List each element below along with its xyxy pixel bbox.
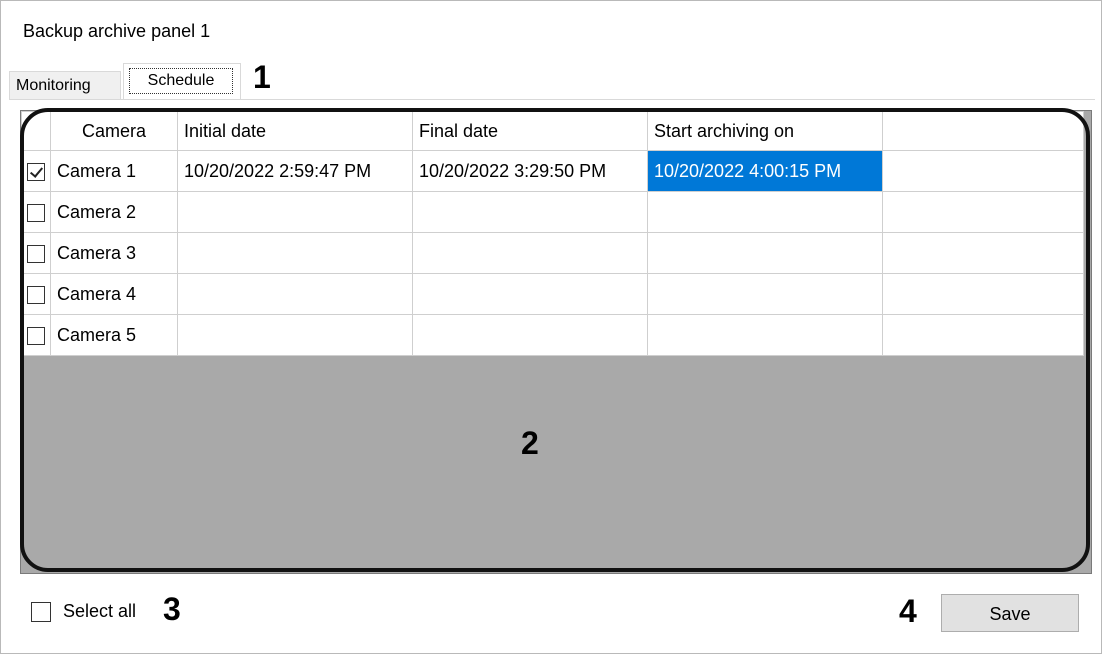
final-date-cell[interactable] <box>412 273 648 315</box>
row-checkbox[interactable] <box>27 244 45 263</box>
row-checkbox-cell <box>21 150 51 192</box>
table-row[interactable]: Camera 2 <box>21 191 1084 233</box>
save-button[interactable]: Save <box>941 594 1079 632</box>
start-archiving-cell[interactable] <box>647 273 883 315</box>
header-filler <box>882 111 1084 151</box>
initial-date-cell[interactable] <box>177 191 413 233</box>
start-archiving-cell[interactable]: 10/20/2022 4:00:15 PM <box>647 150 883 192</box>
start-archiving-cell[interactable] <box>647 232 883 274</box>
initial-date-cell[interactable]: 10/20/2022 2:59:47 PM <box>177 150 413 192</box>
table-row[interactable]: Camera 1 10/20/2022 2:59:47 PM 10/20/2022 … <box>21 150 1084 192</box>
filler-cell <box>882 232 1084 274</box>
select-all-label: Select all <box>63 601 137 621</box>
table-row[interactable]: Camera 4 <box>21 273 1084 315</box>
initial-date-cell[interactable] <box>177 232 413 274</box>
row-checkbox-cell <box>21 314 51 356</box>
tab-schedule-label: Schedule <box>129 68 233 94</box>
panel-title: Backup archive panel 1 <box>23 21 211 41</box>
camera-name-cell[interactable]: Camera 2 <box>50 191 178 233</box>
header-final-date[interactable]: Final date <box>412 111 648 151</box>
final-date-cell[interactable]: 10/20/2022 3:29:50 PM <box>412 150 648 192</box>
start-archiving-cell[interactable] <box>647 191 883 233</box>
camera-name-cell[interactable]: Camera 1 <box>50 150 178 192</box>
filler-cell <box>882 314 1084 356</box>
row-checkbox-cell <box>21 232 51 274</box>
backup-archive-window: Backup archive panel 1 Monitoring Schedu… <box>0 0 1102 654</box>
filler-cell <box>882 191 1084 233</box>
final-date-cell[interactable] <box>412 314 648 356</box>
annotation-1: 1 <box>253 59 271 95</box>
row-checkbox-cell <box>21 273 51 315</box>
header-camera[interactable]: Camera <box>50 111 178 151</box>
start-archiving-cell[interactable] <box>647 314 883 356</box>
tab-schedule[interactable]: Schedule <box>123 63 241 99</box>
select-all-box[interactable] <box>31 601 51 622</box>
row-checkbox[interactable] <box>27 203 45 222</box>
camera-name-cell[interactable]: Camera 4 <box>50 273 178 315</box>
table-row[interactable]: Camera 5 <box>21 314 1084 356</box>
filler-cell <box>882 150 1084 192</box>
camera-schedule-grid[interactable]: Camera Initial date Final date Start arc… <box>20 110 1092 574</box>
annotation-3: 3 <box>163 591 181 627</box>
tab-monitoring[interactable]: Monitoring <box>9 71 121 99</box>
row-checkbox[interactable] <box>27 326 45 345</box>
final-date-cell[interactable] <box>412 191 648 233</box>
schedule-table: Camera Initial date Final date Start arc… <box>21 111 1084 356</box>
camera-name-cell[interactable]: Camera 3 <box>50 232 178 274</box>
initial-date-cell[interactable] <box>177 314 413 356</box>
select-all-checkbox[interactable]: Select all <box>31 601 136 622</box>
initial-date-cell[interactable] <box>177 273 413 315</box>
annotation-2: 2 <box>521 425 539 461</box>
header-initial-date[interactable]: Initial date <box>177 111 413 151</box>
header-start-archiving-on[interactable]: Start archiving on <box>647 111 883 151</box>
row-checkbox[interactable] <box>27 285 45 304</box>
table-row[interactable]: Camera 3 <box>21 232 1084 274</box>
filler-cell <box>882 273 1084 315</box>
annotation-4: 4 <box>899 593 917 629</box>
camera-name-cell[interactable]: Camera 5 <box>50 314 178 356</box>
header-row: Camera Initial date Final date Start arc… <box>21 111 1084 151</box>
header-checkbox-column <box>21 111 51 151</box>
final-date-cell[interactable] <box>412 232 648 274</box>
row-checkbox[interactable] <box>27 162 45 181</box>
row-checkbox-cell <box>21 191 51 233</box>
